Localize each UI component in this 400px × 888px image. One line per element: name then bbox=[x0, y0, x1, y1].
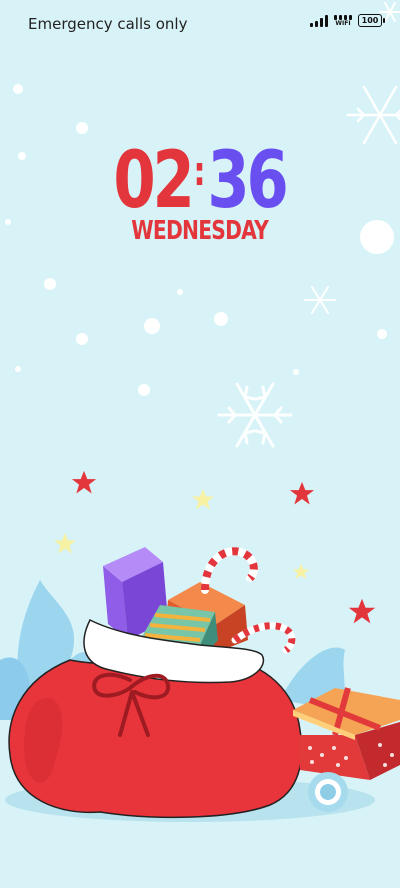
wifi-icon: WIFI bbox=[334, 14, 352, 27]
ornament-ball bbox=[308, 772, 348, 812]
clock-separator: : bbox=[193, 149, 207, 195]
wifi-label: WIFI bbox=[335, 19, 351, 27]
clock-hours: 02 bbox=[113, 136, 196, 226]
weekday-text: WEDNESDAY bbox=[131, 216, 270, 246]
clock-minutes: 36 bbox=[207, 136, 290, 226]
snowflake-large bbox=[217, 382, 293, 448]
gift-box-right bbox=[293, 687, 400, 780]
carrier-status-text: Emergency calls only bbox=[28, 15, 188, 33]
signal-icon bbox=[310, 14, 328, 27]
weekday-label: WEDNESDAY bbox=[0, 216, 400, 246]
status-icons: WIFI 100 bbox=[310, 14, 385, 27]
battery-icon: 100 bbox=[358, 14, 385, 27]
status-bar: Emergency calls only WIFI 100 bbox=[0, 0, 400, 46]
